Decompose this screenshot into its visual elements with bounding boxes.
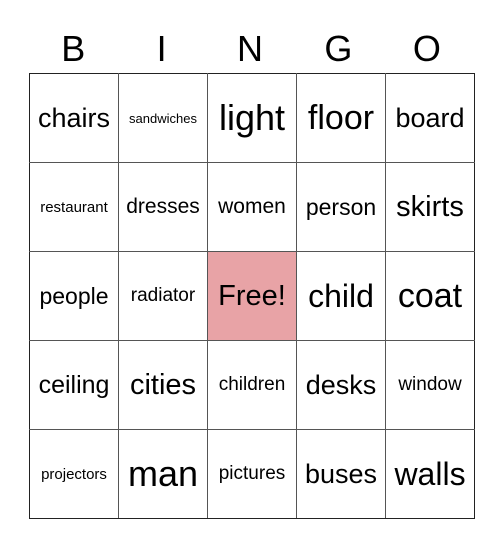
bingo-cell[interactable]: light (207, 73, 297, 163)
header-letter-g: G (324, 28, 353, 69)
bingo-cell[interactable]: restaurant (29, 162, 119, 252)
bingo-header: B I N G O (29, 26, 471, 72)
bingo-cell[interactable]: window (385, 340, 475, 430)
bingo-cell[interactable]: floor (296, 73, 386, 163)
header-letter-o: O (412, 28, 441, 69)
bingo-cell[interactable]: sandwiches (118, 73, 208, 163)
bingo-cell[interactable]: women (207, 162, 297, 252)
bingo-cell[interactable]: pictures (207, 429, 297, 519)
bingo-cell[interactable]: chairs (29, 73, 119, 163)
bingo-cell[interactable]: ceiling (29, 340, 119, 430)
grid-row: restaurant dresses women person skirts (29, 162, 475, 252)
bingo-cell[interactable]: desks (296, 340, 386, 430)
header-letter-b: B (61, 28, 86, 69)
header-letter-i: I (156, 28, 167, 69)
bingo-cell[interactable]: man (118, 429, 208, 519)
free-space-cell[interactable]: Free! (207, 251, 297, 341)
bingo-cell[interactable]: radiator (118, 251, 208, 341)
bingo-cell[interactable]: skirts (385, 162, 475, 252)
bingo-cell[interactable]: board (385, 73, 475, 163)
bingo-cell[interactable]: people (29, 251, 119, 341)
bingo-cell[interactable]: walls (385, 429, 475, 519)
grid-row: chairs sandwiches light floor board (29, 73, 475, 163)
grid-row: ceiling cities children desks window (29, 340, 475, 430)
grid-row: people radiator Free! child coat (29, 251, 475, 341)
bingo-cell[interactable]: person (296, 162, 386, 252)
bingo-cell[interactable]: children (207, 340, 297, 430)
bingo-cell[interactable]: buses (296, 429, 386, 519)
bingo-cell[interactable]: cities (118, 340, 208, 430)
grid-row: projectors man pictures buses walls (29, 429, 475, 519)
bingo-grid: chairs sandwiches light floor board rest… (29, 73, 475, 519)
bingo-cell[interactable]: projectors (29, 429, 119, 519)
bingo-cell[interactable]: child (296, 251, 386, 341)
bingo-cell[interactable]: dresses (118, 162, 208, 252)
header-letter-n: N (237, 28, 264, 69)
bingo-cell[interactable]: coat (385, 251, 475, 341)
